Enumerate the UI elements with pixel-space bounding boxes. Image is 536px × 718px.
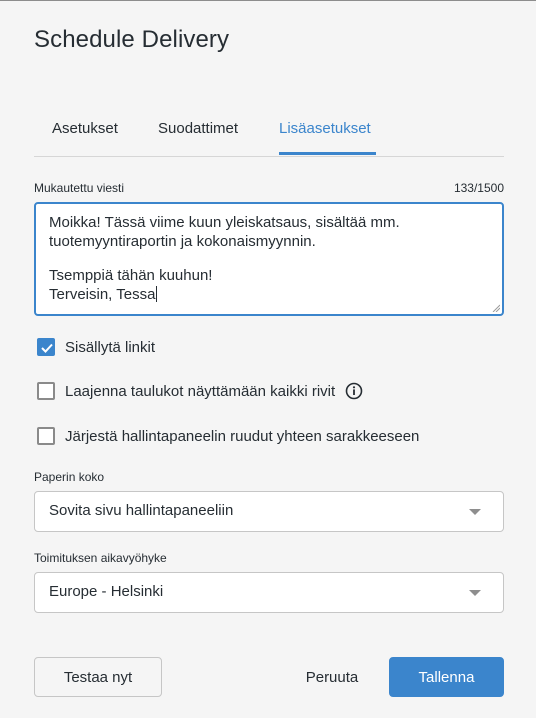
tab-lisaasetukset[interactable]: Lisäasetukset bbox=[279, 120, 371, 137]
chevron-down-icon bbox=[469, 509, 481, 515]
expand-tables-checkbox[interactable] bbox=[37, 382, 55, 400]
info-icon[interactable] bbox=[345, 382, 363, 400]
message-line: Moikka! Tässä viime kuun yleiskatsaus, s… bbox=[49, 214, 400, 231]
message-line: tuotemyyntiraportin ja kokonaismyynnin. bbox=[49, 233, 316, 250]
option-expand-tables[interactable]: Laajenna taulukot näyttämään kaikki rivi… bbox=[37, 380, 363, 402]
tab-bar: Asetukset Suodattimet Lisäasetukset bbox=[34, 110, 504, 157]
test-now-button[interactable]: Testaa nyt bbox=[34, 657, 162, 697]
active-tab-indicator bbox=[279, 152, 376, 155]
tab-asetukset[interactable]: Asetukset bbox=[52, 120, 118, 137]
option-single-column[interactable]: Järjestä hallintapaneelin ruudut yhteen … bbox=[37, 425, 419, 447]
timezone-value: Europe - Helsinki bbox=[49, 583, 164, 600]
checkmark-icon bbox=[41, 343, 53, 353]
include-links-label: Sisällytä linkit bbox=[65, 338, 156, 356]
paper-size-label: Paperin koko bbox=[34, 470, 105, 484]
paper-size-value: Sovita sivu hallintapaneeliin bbox=[49, 502, 234, 519]
save-button[interactable]: Tallenna bbox=[389, 657, 504, 697]
message-line-last: Terveisin, Tessa bbox=[49, 286, 158, 304]
single-column-label: Järjestä hallintapaneelin ruudut yhteen … bbox=[65, 427, 420, 445]
cancel-button[interactable]: Peruuta bbox=[292, 657, 372, 697]
paper-size-select[interactable]: Sovita sivu hallintapaneeliin bbox=[34, 491, 504, 532]
custom-message-label: Mukautettu viesti bbox=[34, 181, 125, 195]
option-include-links[interactable]: Sisällytä linkit bbox=[37, 336, 155, 358]
dialog-title: Schedule Delivery bbox=[34, 26, 230, 53]
custom-message-textarea[interactable]: Moikka! Tässä viime kuun yleiskatsaus, s… bbox=[34, 202, 504, 316]
message-line: Tsemppiä tähän kuuhun! bbox=[49, 267, 213, 284]
tab-suodattimet[interactable]: Suodattimet bbox=[158, 120, 238, 137]
chevron-down-icon bbox=[469, 590, 481, 596]
text-caret bbox=[156, 286, 158, 302]
character-counter: 133/1500 bbox=[453, 181, 504, 195]
single-column-checkbox[interactable] bbox=[37, 427, 55, 445]
message-line-text: Terveisin, Tessa bbox=[49, 286, 156, 303]
timezone-label: Toimituksen aikavyöhyke bbox=[34, 551, 167, 565]
include-links-checkbox[interactable] bbox=[37, 338, 55, 356]
timezone-select[interactable]: Europe - Helsinki bbox=[34, 572, 504, 613]
resize-grip-icon[interactable] bbox=[492, 304, 500, 312]
expand-tables-label: Laajenna taulukot näyttämään kaikki rivi… bbox=[65, 382, 336, 400]
schedule-delivery-dialog: Schedule Delivery Asetukset Suodattimet … bbox=[0, 0, 536, 718]
